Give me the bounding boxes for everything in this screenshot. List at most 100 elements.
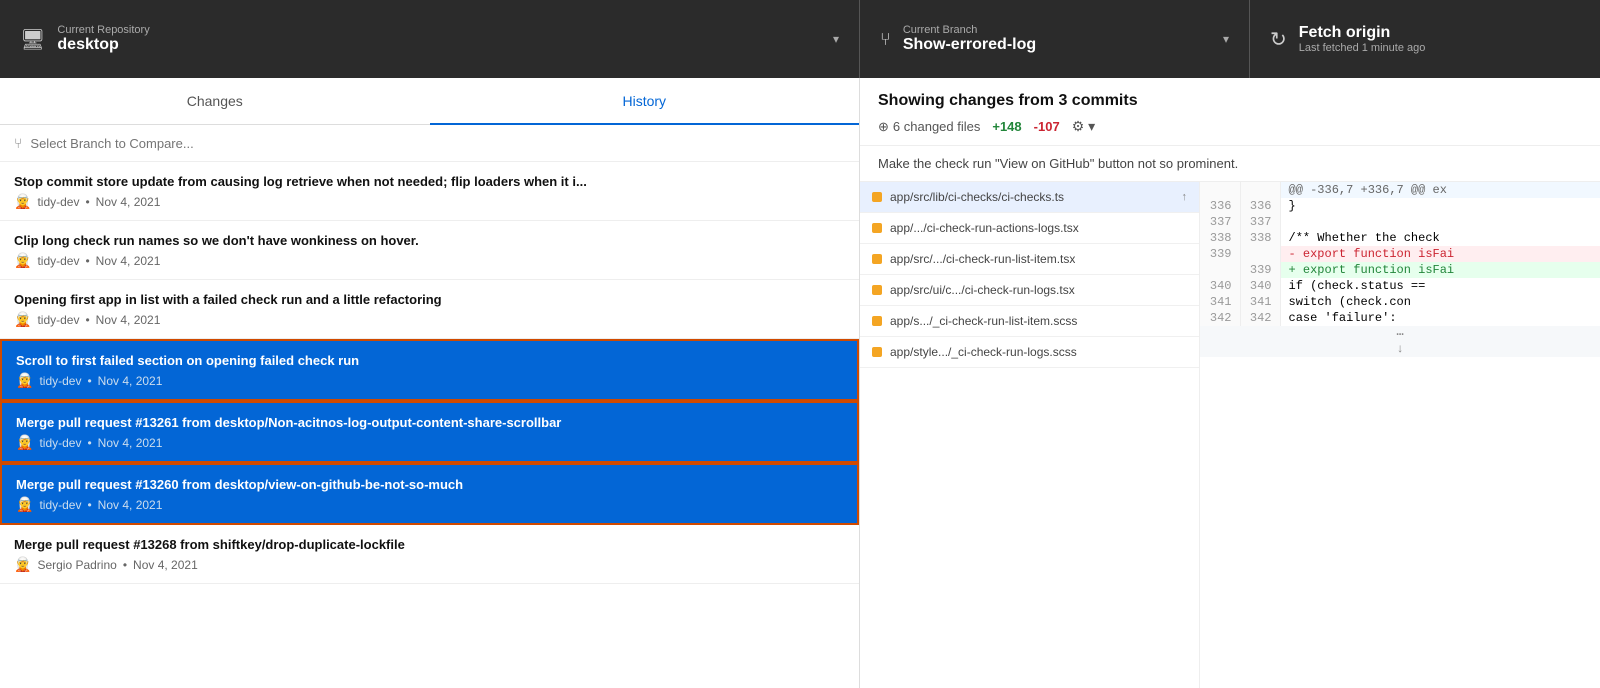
avatar: 🧝 (16, 496, 33, 513)
right-panel: Showing changes from 3 commits ⊕ 6 chang… (860, 78, 1600, 688)
line-content: if (check.status == (1280, 278, 1600, 294)
commit-date: Nov 4, 2021 (98, 436, 163, 450)
hunk-new-num (1240, 182, 1280, 198)
commit-author: tidy-dev (37, 254, 79, 268)
fetch-label: Fetch origin (1299, 24, 1580, 42)
tab-history[interactable]: History (430, 78, 860, 125)
branch-label: Current Branch (903, 24, 1211, 36)
file-name: app/src/lib/ci-checks/ci-checks.ts (890, 190, 1064, 204)
line-content: /** Whether the check (1280, 230, 1600, 246)
branch-icon: ⑂ (880, 29, 891, 50)
right-header: Showing changes from 3 commits ⊕ 6 chang… (860, 78, 1600, 146)
file-modified-dot (872, 347, 882, 357)
file-item[interactable]: app/src/.../ci-check-run-list-item.tsx (860, 244, 1199, 275)
file-item[interactable]: app/src/lib/ci-checks/ci-checks.ts ↑ (860, 182, 1199, 213)
repo-icon: 🖥 (20, 27, 45, 52)
top-bar: 🖥 Current Repository desktop ▾ ⑂ Current… (0, 0, 1600, 78)
repo-chevron-icon: ▾ (833, 32, 839, 46)
line-new-num: 339 (1240, 262, 1280, 278)
branch-compare-input[interactable] (30, 136, 845, 151)
commit-item[interactable]: Stop commit store update from causing lo… (0, 162, 859, 221)
line-new-num: 340 (1240, 278, 1280, 294)
diff-settings-icon[interactable]: ⚙ ▾ (1072, 118, 1095, 135)
avatar: 🧝 (16, 434, 33, 451)
commit-separator: • (85, 195, 89, 209)
diff-line: 336 336 } (1200, 198, 1600, 214)
commit-item[interactable]: Clip long check run names so we don't ha… (0, 221, 859, 280)
diff-area: app/src/lib/ci-checks/ci-checks.ts ↑ app… (860, 182, 1600, 688)
commit-author: tidy-dev (37, 195, 79, 209)
repo-section[interactable]: 🖥 Current Repository desktop ▾ (0, 0, 860, 78)
commit-separator: • (87, 436, 91, 450)
commit-title: Scroll to first failed section on openin… (16, 353, 843, 368)
branch-value: Show-errored-log (903, 36, 1211, 54)
branch-compare-icon: ⑂ (14, 135, 22, 151)
diff-line: 341 341 switch (check.con (1200, 294, 1600, 310)
commit-separator: • (87, 374, 91, 388)
file-modified-dot (872, 223, 882, 233)
file-modified-dot (872, 192, 882, 202)
line-old-num (1200, 262, 1240, 278)
commit-title: Merge pull request #13268 from shiftkey/… (14, 537, 845, 552)
commit-item[interactable]: Scroll to first failed section on openin… (0, 339, 859, 401)
file-name: app/s.../_ci-check-run-list-item.scss (890, 314, 1077, 328)
diff-line: 339 + export function isFai (1200, 262, 1600, 278)
line-old-num: 336 (1200, 198, 1240, 214)
commit-item[interactable]: Merge pull request #13261 from desktop/N… (0, 401, 859, 463)
tab-changes[interactable]: Changes (0, 78, 430, 125)
file-modified-dot (872, 316, 882, 326)
commit-item[interactable]: Opening first app in list with a failed … (0, 280, 859, 339)
line-old-num: 339 (1200, 246, 1240, 262)
fetch-refresh-icon: ↻ (1270, 27, 1287, 52)
commit-item[interactable]: Merge pull request #13260 from desktop/v… (0, 463, 859, 525)
repo-text-group: Current Repository desktop (57, 24, 821, 54)
line-content: switch (check.con (1280, 294, 1600, 310)
branch-compare-bar[interactable]: ⑂ (0, 125, 859, 162)
commit-date: Nov 4, 2021 (96, 313, 161, 327)
changed-files-count: 6 changed files (893, 119, 980, 134)
line-content (1280, 214, 1600, 230)
commit-title: Stop commit store update from causing lo… (14, 174, 845, 189)
commit-separator: • (85, 254, 89, 268)
file-name: app/.../ci-check-run-actions-logs.tsx (890, 221, 1079, 235)
file-item[interactable]: app/style.../_ci-check-run-logs.scss (860, 337, 1199, 368)
file-name: app/src/.../ci-check-run-list-item.tsx (890, 252, 1075, 266)
line-content: - export function isFai (1280, 246, 1600, 262)
branch-text-group: Current Branch Show-errored-log (903, 24, 1211, 54)
commit-description: Make the check run "View on GitHub" butt… (860, 146, 1600, 182)
avatar: 🧝 (14, 556, 31, 573)
commit-title: Opening first app in list with a failed … (14, 292, 845, 307)
branch-section[interactable]: ⑂ Current Branch Show-errored-log ▾ (860, 0, 1250, 78)
file-item[interactable]: app/s.../_ci-check-run-list-item.scss (860, 306, 1199, 337)
line-new-num: 338 (1240, 230, 1280, 246)
commit-meta: 🧝 Sergio Padrino • Nov 4, 2021 (14, 556, 845, 573)
commit-meta: 🧝 tidy-dev • Nov 4, 2021 (16, 372, 843, 389)
line-old-num: 342 (1200, 310, 1240, 326)
commit-author: tidy-dev (39, 498, 81, 512)
file-modified-dot (872, 285, 882, 295)
right-header-meta: ⊕ 6 changed files +148 -107 ⚙ ▾ (878, 118, 1582, 135)
file-item[interactable]: app/.../ci-check-run-actions-logs.tsx (860, 213, 1199, 244)
commit-meta: 🧝 tidy-dev • Nov 4, 2021 (16, 496, 843, 513)
line-old-num: 340 (1200, 278, 1240, 294)
additions-count: +148 (992, 119, 1021, 134)
commit-date: Nov 4, 2021 (98, 498, 163, 512)
commit-author: tidy-dev (39, 374, 81, 388)
commit-title: Merge pull request #13261 from desktop/N… (16, 415, 843, 430)
line-new-num: 341 (1240, 294, 1280, 310)
line-old-num: 338 (1200, 230, 1240, 246)
commit-list: Stop commit store update from causing lo… (0, 162, 859, 688)
line-content: + export function isFai (1280, 262, 1600, 278)
diff-expand-icon[interactable]: ⋯↓ (1200, 326, 1600, 357)
file-item[interactable]: app/src/ui/c.../ci-check-run-logs.tsx (860, 275, 1199, 306)
fetch-section[interactable]: ↻ Fetch origin Last fetched 1 minute ago (1250, 0, 1600, 78)
diff-line: 340 340 if (check.status == (1200, 278, 1600, 294)
fetch-text-group: Fetch origin Last fetched 1 minute ago (1299, 24, 1580, 54)
commit-item[interactable]: Merge pull request #13268 from shiftkey/… (0, 525, 859, 584)
commit-separator: • (123, 558, 127, 572)
plus-icon: ⊕ (878, 119, 889, 135)
commit-date: Nov 4, 2021 (98, 374, 163, 388)
avatar: 🧝 (14, 311, 31, 328)
line-new-num: 337 (1240, 214, 1280, 230)
file-list: app/src/lib/ci-checks/ci-checks.ts ↑ app… (860, 182, 1200, 688)
